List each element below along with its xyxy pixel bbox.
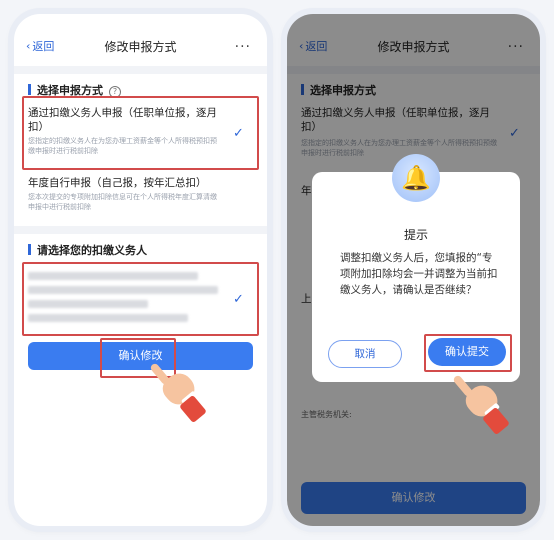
option-self-report-desc: 您本次提交的专项附加扣除信息可在个人所得税年度汇算清缴申报中进行税前扣除 [28, 193, 217, 211]
highlight-box-submit [424, 334, 512, 372]
cancel-button[interactable]: 取消 [328, 340, 402, 368]
more-icon[interactable]: ... [235, 35, 251, 51]
divider [14, 66, 267, 74]
dialog-title: 提示 [403, 228, 428, 242]
hand-pointer-icon [452, 374, 517, 436]
top-bar: ‹ 返回 修改申报方式 ... [14, 32, 267, 62]
withholding-agent-option[interactable] [22, 262, 259, 336]
option-self-report-title[interactable]: 年度自行申报（自己报，按年汇总扣） [28, 176, 243, 190]
bell-icon: 🔔 [401, 164, 431, 192]
section-title-text: 请选择您的扣缴义务人 [37, 244, 147, 257]
section-title: 请选择您的扣缴义务人 [28, 242, 147, 258]
page-title: 修改申报方式 [104, 40, 177, 54]
highlight-box-option1 [22, 96, 259, 170]
confirm-dialog: 🔔 提示 调整扣缴义务人后，您填报的“专项附加扣除均会一并调整为当前扣缴义务人，… [312, 154, 520, 382]
hand-pointer-icon [149, 362, 214, 424]
phone-left: ‹ 返回 修改申报方式 ... 选择申报方式? 通过扣缴义务人申报（任职单位报，逐… [14, 14, 267, 526]
bell-badge: 🔔 [392, 154, 440, 202]
dialog-message: 调整扣缴义务人后，您填报的“专项附加扣除均会一并调整为当前扣缴义务人，请确认是否… [340, 252, 498, 296]
divider [14, 226, 267, 234]
phone-right: ‹ 返回 修改申报方式 ... 选择申报方式 通过扣缴义务人申报（任职单位报，逐月… [287, 14, 540, 526]
section-bar [28, 84, 31, 95]
section-bar [28, 244, 31, 255]
